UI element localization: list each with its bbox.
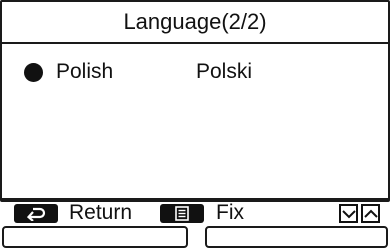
return-label: Return <box>69 201 133 224</box>
footer-bar: Return Fix <box>2 198 388 226</box>
menu-list-icon <box>160 204 204 223</box>
language-option-label: Polish <box>56 60 114 83</box>
right-soft-button[interactable] <box>205 226 388 248</box>
return-arrow-icon <box>14 204 58 223</box>
page-title: Language(2/2) <box>2 2 388 44</box>
page-title-text: Language(2/2) <box>123 9 267 34</box>
lcd-screen: Language(2/2) Polish Polski Return Fix <box>0 0 390 224</box>
left-soft-button[interactable] <box>2 226 188 248</box>
language-option-native-name: Polski <box>196 60 253 83</box>
chevron-down-icon <box>339 204 358 223</box>
fix-label: Fix <box>216 201 244 224</box>
chevron-up-icon <box>361 204 380 223</box>
language-option-polish[interactable]: Polish <box>24 58 113 86</box>
selected-radio-icon <box>24 62 43 82</box>
